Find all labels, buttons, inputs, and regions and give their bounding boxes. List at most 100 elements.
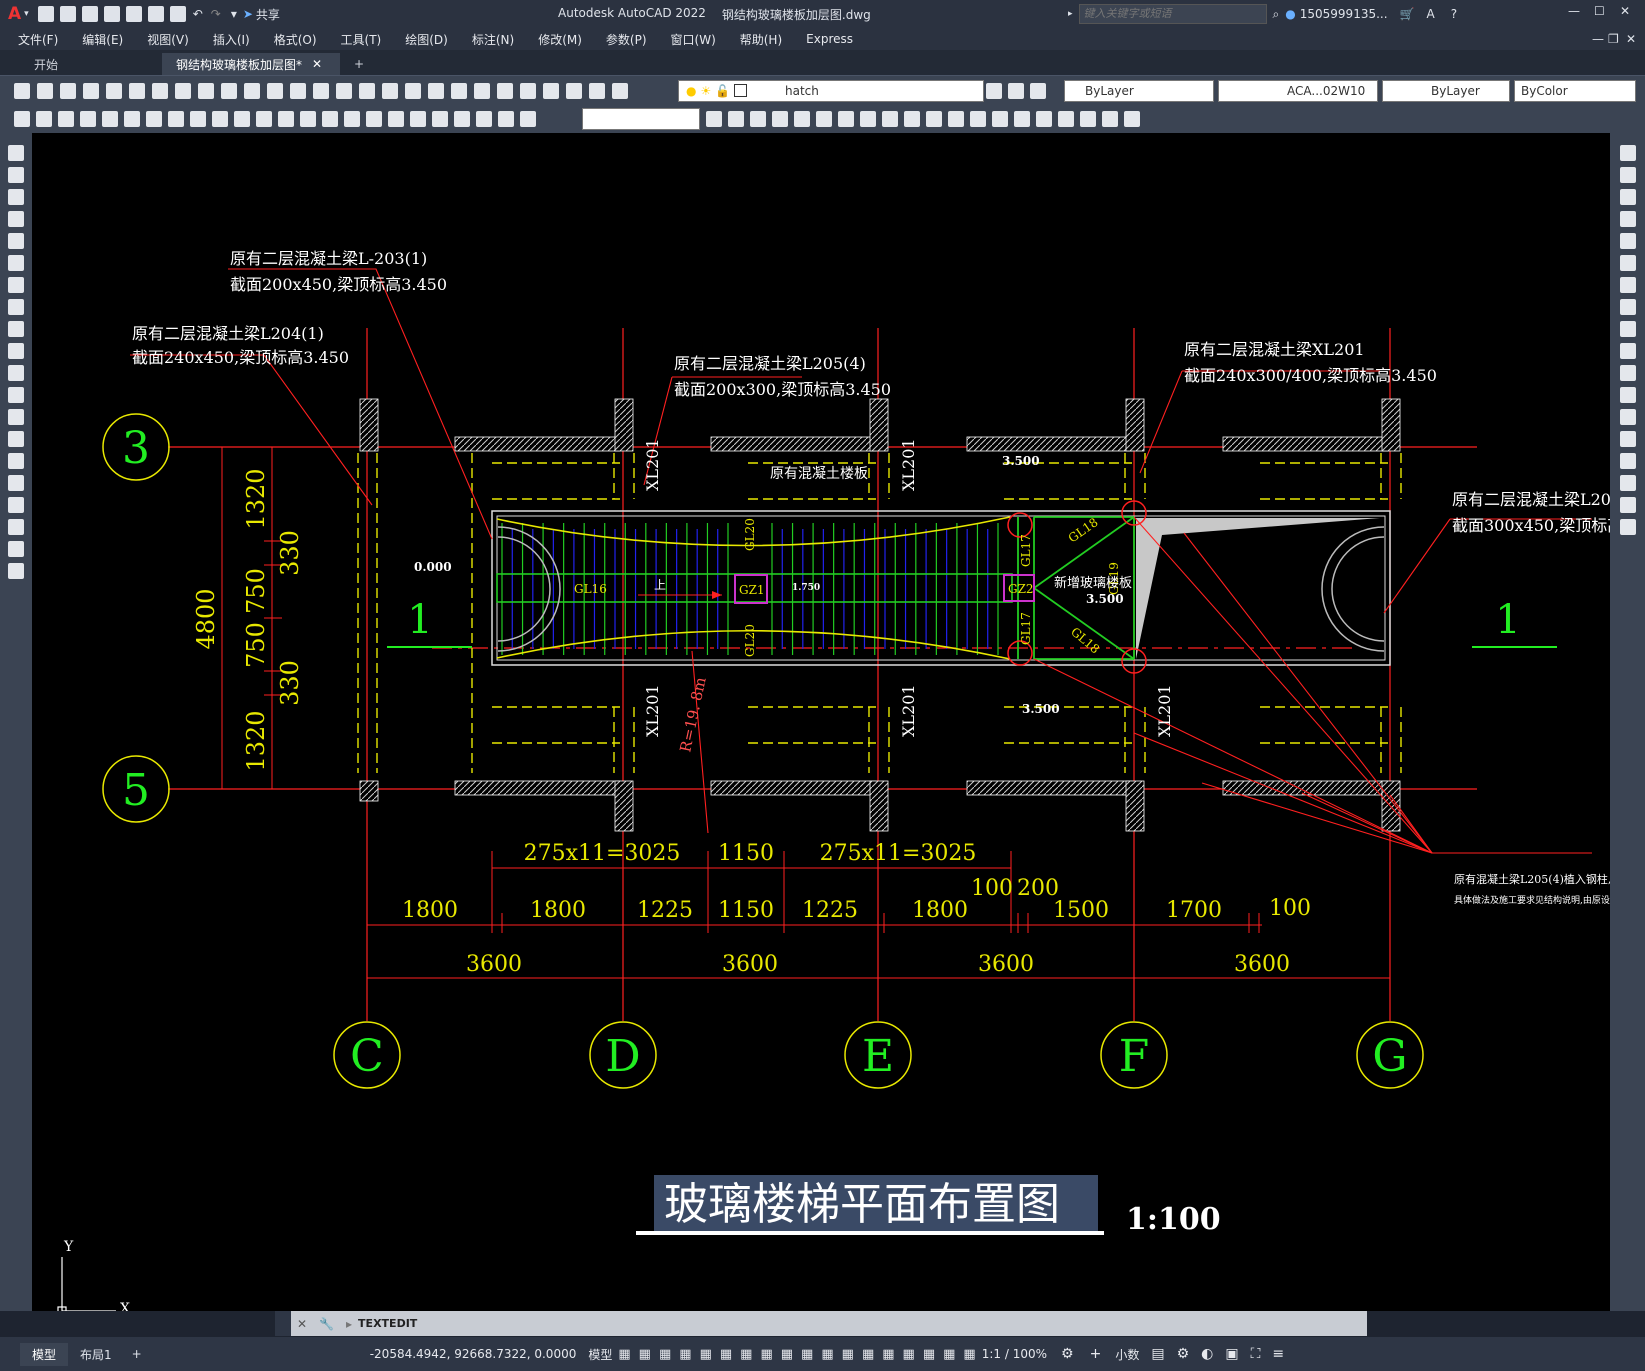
annotation-visibility-icon[interactable]: ▦ <box>943 1347 955 1362</box>
standard-tool-icon-18[interactable] <box>405 83 421 99</box>
modify-tool-icon-16[interactable] <box>1036 111 1052 127</box>
standard-tool-icon-11[interactable] <box>244 83 260 99</box>
cmd-close-icon[interactable]: ✕ <box>297 1317 307 1331</box>
linetype-dropdown[interactable]: ACA...02W10 <box>1218 80 1378 102</box>
layer-tool-icon-3[interactable] <box>1030 83 1046 99</box>
draw-tool-icon-4[interactable] <box>8 211 24 227</box>
close-icon[interactable]: ✕ <box>1620 4 1630 18</box>
modify-tool-icon-2[interactable] <box>728 111 744 127</box>
draw-tool-icon-7[interactable] <box>8 277 24 293</box>
dynamic-ucs-icon[interactable]: ▦ <box>882 1347 894 1362</box>
modify-side-tool-icon-15[interactable] <box>1620 453 1636 469</box>
standard-tool-icon-24[interactable] <box>543 83 559 99</box>
menu-tools[interactable]: 工具(T) <box>329 31 394 48</box>
annotation-scale[interactable]: 1:1 / 100% <box>982 1347 1047 1361</box>
modify-tool-icon-15[interactable] <box>1014 111 1030 127</box>
standard-tool-icon-26[interactable] <box>589 83 605 99</box>
modify-tool-icon-10[interactable] <box>904 111 920 127</box>
menu-insert[interactable]: 插入(I) <box>201 31 262 48</box>
dynamic-input-icon[interactable]: ▦ <box>679 1347 691 1362</box>
tab-start[interactable]: 开始 <box>20 53 158 75</box>
standard-tool-icon-17[interactable] <box>382 83 398 99</box>
modify-tool-icon-3[interactable] <box>750 111 766 127</box>
standard-tool-icon-6[interactable] <box>129 83 145 99</box>
selection-filter-icon[interactable]: ▦ <box>903 1347 915 1362</box>
modify-side-tool-icon-18[interactable] <box>1620 519 1636 535</box>
dim-tool-icon-17[interactable] <box>366 111 382 127</box>
gizmo-icon[interactable]: ▦ <box>923 1347 935 1362</box>
modify-tool-icon-5[interactable] <box>794 111 810 127</box>
standard-tool-icon-16[interactable] <box>359 83 375 99</box>
save-as-icon[interactable] <box>103 6 120 22</box>
doc-restore-icon[interactable]: ❐ <box>1608 32 1619 46</box>
standard-tool-icon-5[interactable] <box>106 83 122 99</box>
polar-icon[interactable]: ▦ <box>720 1347 732 1362</box>
draw-tool-icon-18[interactable] <box>8 519 24 535</box>
draw-tool-icon-5[interactable] <box>8 233 24 249</box>
modify-tool-icon-17[interactable] <box>1058 111 1074 127</box>
standard-tool-icon-15[interactable] <box>336 83 352 99</box>
menu-modify[interactable]: 修改(M) <box>526 31 594 48</box>
dim-tool-icon-13[interactable] <box>278 111 294 127</box>
modify-side-tool-icon-6[interactable] <box>1620 255 1636 271</box>
dim-tool-icon-11[interactable] <box>234 111 250 127</box>
standard-tool-icon-21[interactable] <box>474 83 490 99</box>
draw-tool-icon-16[interactable] <box>8 475 24 491</box>
drawing-area[interactable]: 3 5 C D E F G 1 1 4800 1320 330 750 750 … <box>32 133 1645 1317</box>
dim-tool-icon-19[interactable] <box>410 111 426 127</box>
modify-side-tool-icon-13[interactable] <box>1620 409 1636 425</box>
drawing-title[interactable]: 玻璃楼梯平面布置图 <box>664 1179 1060 1230</box>
new-file-icon[interactable] <box>37 6 54 22</box>
dim-tool-icon-1[interactable] <box>14 111 30 127</box>
web-open-icon[interactable] <box>125 6 142 22</box>
menu-express[interactable]: Express <box>794 32 865 46</box>
cart-icon[interactable]: 🛒 <box>1400 7 1415 21</box>
modify-tool-icon-1[interactable] <box>706 111 722 127</box>
menu-file[interactable]: 文件(F) <box>6 31 70 48</box>
draw-tool-icon-15[interactable] <box>8 453 24 469</box>
units-readout[interactable]: 小数 <box>1115 1346 1139 1363</box>
help-icon[interactable]: ? <box>1451 7 1457 21</box>
app-menu-chevron-icon[interactable]: ▾ <box>24 9 29 19</box>
maximize-icon[interactable]: ☐ <box>1594 4 1605 18</box>
draw-tool-icon-9[interactable] <box>8 321 24 337</box>
modify-side-tool-icon-16[interactable] <box>1620 475 1636 491</box>
web-save-icon[interactable] <box>147 6 164 22</box>
isodraft-icon[interactable]: ▦ <box>740 1347 752 1362</box>
menu-parametric[interactable]: 参数(P) <box>594 31 659 48</box>
standard-tool-icon-19[interactable] <box>428 83 444 99</box>
draw-tool-icon-8[interactable] <box>8 299 24 315</box>
undo-icon[interactable]: ↶ <box>193 7 203 21</box>
modify-tool-icon-11[interactable] <box>926 111 942 127</box>
customize-icon[interactable]: ≡ <box>1272 1346 1284 1362</box>
layer-color-swatch[interactable] <box>734 84 748 97</box>
standard-tool-icon-10[interactable] <box>221 83 237 99</box>
clean-screen-icon[interactable]: ⛶ <box>1251 1346 1261 1362</box>
modify-side-tool-icon-12[interactable] <box>1620 387 1636 403</box>
tab-layout1[interactable]: 布局1 <box>68 1343 124 1366</box>
standard-tool-icon-7[interactable] <box>152 83 168 99</box>
3d-osnap-icon[interactable]: ▦ <box>862 1347 874 1362</box>
selection-cycling-icon[interactable]: ▦ <box>842 1347 854 1362</box>
workspace-icon[interactable]: ⚙ <box>1177 1346 1190 1362</box>
modify-tool-icon-14[interactable] <box>992 111 1008 127</box>
dim-tool-icon-3[interactable] <box>58 111 74 127</box>
dim-tool-icon-15[interactable] <box>322 111 338 127</box>
isolate-icon[interactable]: ◐ <box>1201 1346 1213 1362</box>
draw-tool-icon-11[interactable] <box>8 365 24 381</box>
standard-tool-icon-25[interactable] <box>566 83 582 99</box>
grid-icon[interactable]: ▦ <box>618 1347 630 1362</box>
plus-icon[interactable]: + <box>1090 1346 1102 1362</box>
standard-tool-icon-20[interactable] <box>451 83 467 99</box>
menu-window[interactable]: 窗口(W) <box>659 31 728 48</box>
draw-tool-icon-2[interactable] <box>8 167 24 183</box>
plot-icon[interactable] <box>169 6 186 22</box>
menu-format[interactable]: 格式(O) <box>262 31 329 48</box>
draw-tool-icon-12[interactable] <box>8 387 24 403</box>
dim-tool-icon-7[interactable] <box>146 111 162 127</box>
draw-tool-icon-3[interactable] <box>8 189 24 205</box>
open-file-icon[interactable] <box>59 6 76 22</box>
command-text[interactable]: TEXTEDIT <box>358 1317 417 1330</box>
standard-tool-icon-14[interactable] <box>313 83 329 99</box>
modify-tool-icon-18[interactable] <box>1080 111 1096 127</box>
